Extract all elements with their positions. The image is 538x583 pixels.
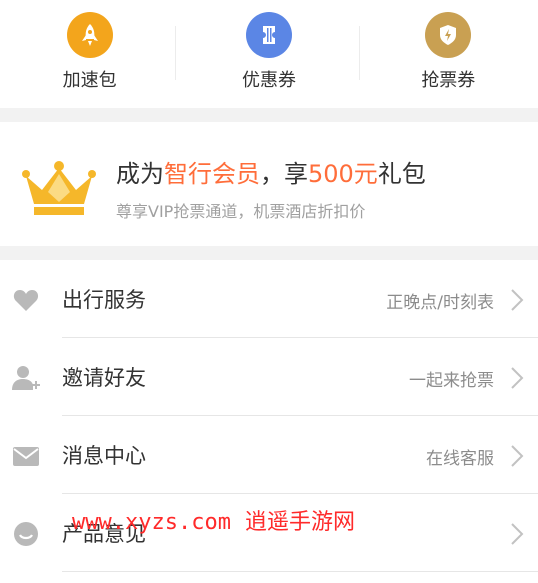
menu-item-detail: 在线客服 [426,449,494,469]
menu-item-title: 消息中心 [62,444,146,468]
menu-item-detail: 一起来抢票 [409,371,494,391]
shortcut-speed-pack[interactable]: 加速包 [0,0,179,108]
chevron-right-icon [511,367,524,389]
section-gap [0,246,538,260]
vip-banner[interactable]: 成为智行会员，享500元礼包 尊享VIP抢票通道，机票酒店折扣价 [0,122,538,246]
shortcut-label: 加速包 [62,70,117,91]
feedback-icon [14,522,38,546]
shortcut-label: 优惠券 [241,70,296,91]
shortcut-coupon[interactable]: 优惠券 [179,0,358,108]
vip-title: 成为智行会员，享500元礼包 [116,160,426,188]
menu-item-detail: 正晚点/时刻表 [386,293,494,313]
menu-item-invite-friends[interactable]: 邀请好友 一起来抢票 [0,338,538,416]
divider [359,26,360,80]
chevron-right-icon [511,445,524,467]
crown-icon [22,161,96,215]
menu-item-message-center[interactable]: 消息中心 在线客服 [0,416,538,494]
add-user-icon [12,366,40,390]
rocket-icon [66,12,113,58]
shortcut-bar: 加速包 优惠券 抢票券 [0,0,538,108]
menu-item-travel-service[interactable]: 出行服务 正晚点/时刻表 [0,260,538,338]
heart-icon [13,290,39,311]
mail-icon [13,447,39,466]
menu-item-title: 出行服务 [62,288,146,312]
shortcut-label: 抢票券 [421,70,476,91]
coupon-icon [245,12,292,58]
divider [62,571,538,572]
divider [175,26,176,80]
menu-item-title: 邀请好友 [62,366,146,390]
watermark: www.xyzs.com 逍遥手游网 [72,510,355,535]
section-gap [0,108,538,122]
chevron-right-icon [511,523,524,545]
vip-subtitle: 尊享VIP抢票通道，机票酒店折扣价 [116,202,366,221]
chevron-right-icon [511,289,524,311]
shield-bolt-icon [425,12,472,58]
shortcut-ticket-voucher[interactable]: 抢票券 [359,0,538,108]
